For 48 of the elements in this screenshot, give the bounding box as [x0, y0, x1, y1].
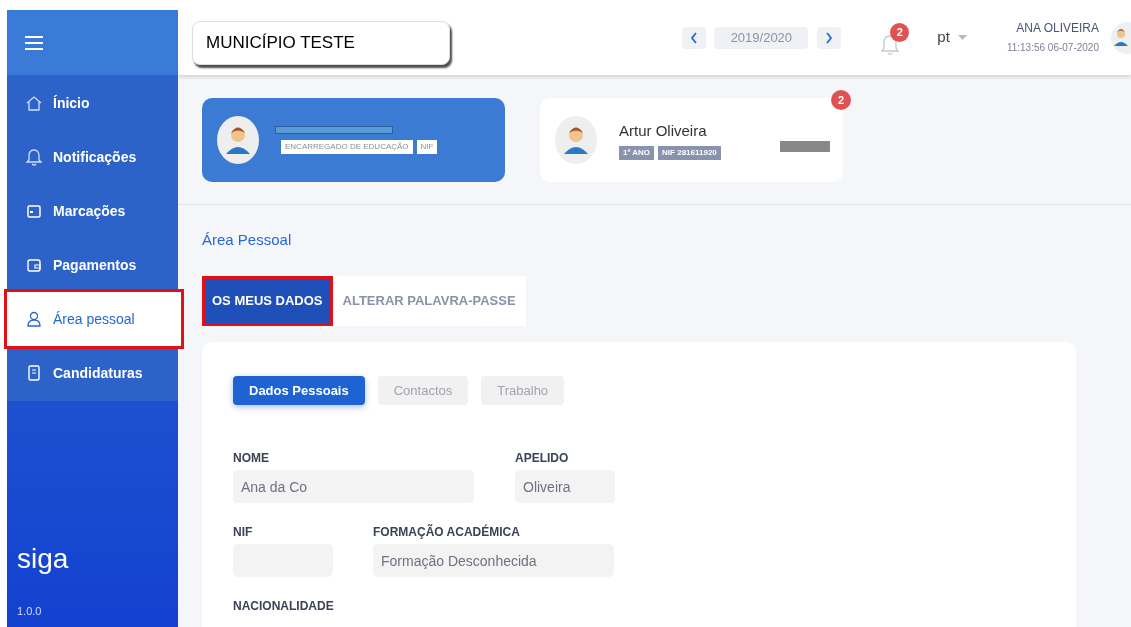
timestamp: 11:13:56 06-07-2020	[1006, 40, 1099, 55]
sidebar-item[interactable]: Pagamentos	[7, 238, 178, 292]
input-field[interactable]: Formação Desconhecida	[373, 544, 614, 577]
tag: 1º ANO	[619, 145, 655, 160]
document-icon	[25, 364, 43, 382]
sub-tab[interactable]: Dados Pessoais	[233, 376, 365, 405]
avatar-icon	[555, 116, 597, 164]
municipality-field[interactable]: MUNICÍPIO TESTE	[192, 20, 450, 65]
caret-down-icon	[957, 35, 967, 40]
tag: NIF 281611920	[658, 145, 721, 160]
previous-year-button[interactable]	[682, 26, 707, 49]
chevron-right-icon	[825, 31, 834, 44]
tag: ENCARREGADO DE EDUCAÇÃO	[281, 140, 413, 154]
school-year-field: 2019/2020	[714, 26, 809, 49]
user-icon	[25, 310, 43, 328]
menu-icon[interactable]	[25, 35, 43, 50]
section-title: Área Pessoal	[202, 230, 293, 249]
home-icon	[25, 94, 43, 112]
input-field[interactable]: Ana da Co	[233, 470, 474, 503]
tag: NIF	[416, 140, 438, 154]
bell-icon	[25, 148, 43, 166]
student-name: Artur Oliveira	[619, 121, 708, 142]
version-text: 1.0.0	[16, 603, 43, 619]
next-year-button[interactable]	[817, 26, 842, 49]
tab[interactable]: OS MEUS DADOS	[202, 276, 333, 326]
field-label: FORMAÇÃO ACADÉMICA	[373, 523, 521, 541]
field-label: APELIDO	[515, 450, 570, 467]
sidebar-item[interactable]: Ínicio	[7, 76, 178, 130]
sidebar-item[interactable]: Candidaturas	[7, 346, 178, 400]
notification-badge: 2	[831, 90, 851, 110]
chevron-left-icon	[690, 31, 699, 44]
language-dropdown[interactable]: pt	[937, 26, 967, 49]
input-field[interactable]: Oliveira	[515, 470, 615, 503]
calendar-icon	[25, 202, 43, 220]
sidebar-item[interactable]: Área pessoal	[7, 292, 181, 346]
user-name: ANA OLIVEIRA	[1016, 20, 1099, 36]
avatar-icon	[217, 116, 259, 164]
notification-badge: 2	[890, 22, 910, 42]
profile-card[interactable]: ENCARREGADO DE EDUCAÇÃO NIF	[202, 98, 505, 182]
logo: siga	[16, 544, 70, 573]
field-label: NOME	[233, 450, 270, 467]
avatar-icon[interactable]	[1111, 21, 1131, 54]
wallet-icon	[25, 256, 43, 274]
sidebar-item[interactable]: Marcações	[7, 184, 178, 238]
redaction-bar	[780, 141, 830, 152]
field-label: NACIONALIDADE	[233, 598, 334, 615]
field-label: NIF	[233, 524, 254, 541]
sidebar-item[interactable]: Notificações	[7, 130, 178, 184]
